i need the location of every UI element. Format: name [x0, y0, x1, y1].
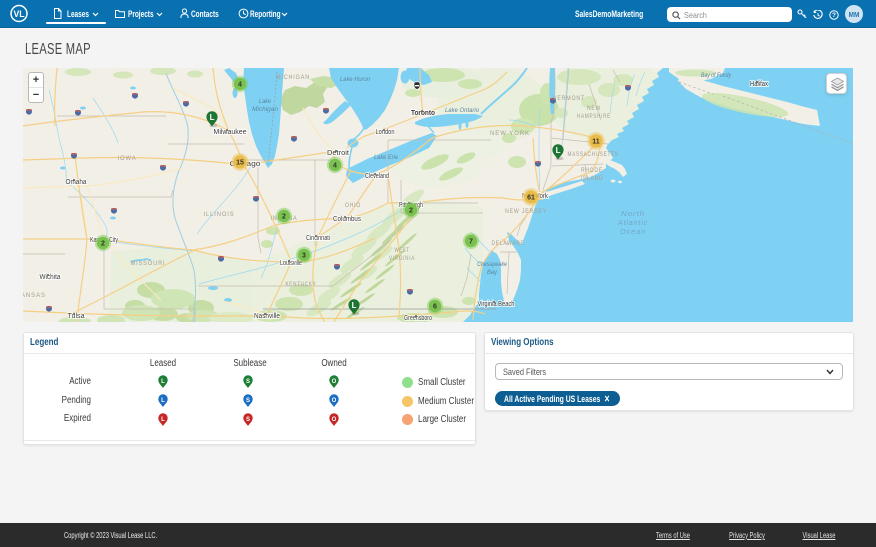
svg-text:Ocean: Ocean	[620, 229, 646, 236]
svg-text:Michigan: Michigan	[252, 106, 278, 113]
svg-text:IOWA: IOWA	[118, 155, 137, 162]
svg-text:ILLINOIS: ILLINOIS	[204, 211, 235, 218]
svg-text:KENTUCKY: KENTUCKY	[286, 281, 317, 288]
svg-text:MICHIGAN: MICHIGAN	[276, 74, 310, 81]
svg-text:NEW JERSEY: NEW JERSEY	[505, 208, 547, 215]
svg-text:VL: VL	[14, 9, 25, 19]
svg-text:London: London	[376, 129, 395, 136]
svg-text:4: 4	[333, 163, 337, 170]
svg-text:Milwaukee: Milwaukee	[214, 129, 247, 136]
svg-text:O: O	[332, 379, 337, 385]
svg-text:Cincinnati: Cincinnati	[306, 235, 330, 242]
svg-text:North: North	[621, 211, 645, 218]
svg-text:L: L	[161, 417, 165, 423]
svg-text:3: 3	[302, 253, 306, 260]
svg-text:S: S	[246, 379, 250, 385]
svg-text:L: L	[161, 398, 165, 404]
svg-text:Lake Ontario: Lake Ontario	[445, 107, 479, 114]
svg-text:NEW YORK: NEW YORK	[490, 130, 530, 137]
svg-text:S: S	[246, 417, 250, 423]
svg-text:Wichita: Wichita	[40, 274, 61, 281]
svg-text:NEW: NEW	[587, 105, 601, 112]
svg-text:RHODE: RHODE	[581, 167, 603, 174]
svg-text:2: 2	[101, 241, 105, 248]
svg-text:Halifax: Halifax	[750, 81, 768, 88]
svg-text:Atlantic: Atlantic	[617, 220, 648, 227]
svg-text:O: O	[332, 417, 337, 423]
svg-text:Nashville: Nashville	[254, 313, 280, 320]
svg-text:KANSAS: KANSAS	[23, 292, 46, 299]
svg-text:Omaha: Omaha	[66, 179, 87, 186]
svg-text:Bay of Fundy: Bay of Fundy	[701, 72, 732, 79]
svg-text:S: S	[246, 398, 250, 404]
svg-text:?: ?	[832, 12, 836, 19]
svg-text:2: 2	[282, 214, 286, 221]
svg-text:4: 4	[238, 82, 242, 89]
svg-text:O: O	[332, 398, 337, 404]
svg-text:Bay: Bay	[487, 269, 498, 276]
svg-text:MASSACHUSETTS: MASSACHUSETTS	[568, 151, 619, 158]
svg-text:Lake: Lake	[259, 98, 271, 105]
svg-text:7: 7	[469, 239, 473, 246]
svg-text:Tulsa: Tulsa	[68, 313, 85, 320]
svg-text:Lake Huron: Lake Huron	[340, 76, 370, 83]
svg-text:OHIO: OHIO	[345, 202, 361, 209]
svg-text:6: 6	[433, 304, 437, 311]
svg-text:61: 61	[527, 195, 535, 202]
svg-text:Columbus: Columbus	[333, 216, 361, 223]
svg-text:Greensboro: Greensboro	[404, 315, 432, 322]
svg-text:VIRGINIA: VIRGINIA	[389, 255, 415, 262]
svg-text:Cleveland: Cleveland	[365, 173, 389, 180]
svg-text:15: 15	[236, 160, 244, 167]
svg-text:L: L	[161, 379, 165, 385]
svg-text:Virginia Beach: Virginia Beach	[478, 301, 515, 308]
svg-text:2: 2	[409, 208, 413, 215]
svg-text:Chesapeake: Chesapeake	[477, 261, 507, 268]
svg-text:Toronto: Toronto	[411, 110, 435, 117]
svg-text:HAMPSHIRE: HAMPSHIRE	[577, 113, 611, 120]
svg-text:WEST: WEST	[395, 247, 410, 254]
svg-text:11: 11	[592, 139, 600, 146]
svg-text:Lake Erie: Lake Erie	[374, 154, 398, 161]
svg-text:MISSOURI: MISSOURI	[131, 260, 166, 267]
svg-text:ISLAND: ISLAND	[581, 175, 604, 182]
svg-text:DELAWARE: DELAWARE	[492, 240, 525, 247]
svg-text:Detroit: Detroit	[327, 150, 349, 157]
svg-text:VERMONT: VERMONT	[553, 95, 585, 102]
